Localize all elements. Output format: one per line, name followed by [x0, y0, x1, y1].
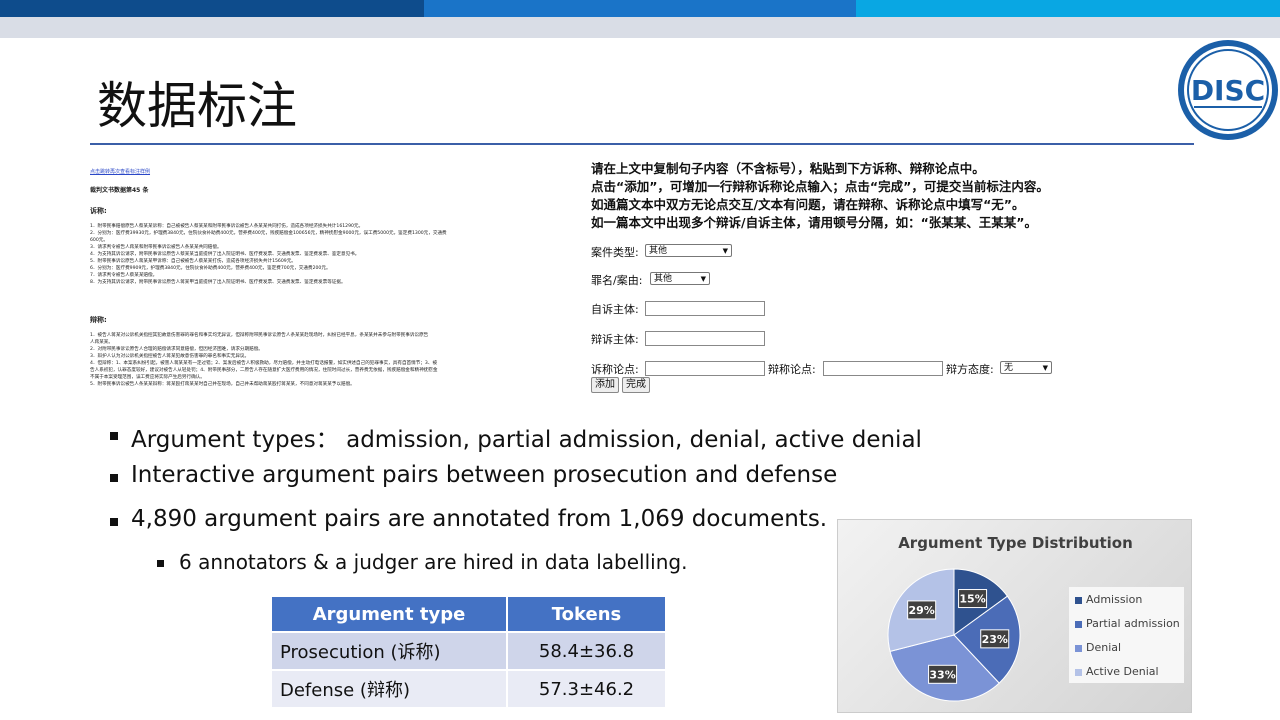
sub-bullet-marker	[157, 560, 164, 567]
claim-label: 诉称论点:	[591, 363, 639, 376]
defense-line: 不属于本案受理范围，误工费应将实际产生后另行确认。	[90, 375, 205, 380]
table-header: Argument type	[270, 595, 508, 633]
pie-data-label: 33%	[928, 664, 958, 684]
svg-text:29%: 29%	[908, 604, 934, 617]
chevron-down-icon: ▼	[722, 247, 728, 255]
prosecution-text: 1．附带民事赔偿原告人蔡某某诉称：自己被被告人蔡某某和附带民事诉讼被告人条某某共…	[90, 223, 530, 286]
defense-text: 1．被告人蒋某对公诉机关指控其犯故意伤害罪的罪名和事实均无异议，但辩称附带民事诉…	[90, 332, 530, 388]
attitude-value: 无	[1004, 363, 1014, 373]
attitude-label: 辩方态度:	[946, 363, 994, 376]
prosecution-line: 1．附带民事赔偿原告人蔡某某诉称：自己被被告人蔡某某和附带民事诉讼被告人条某某共…	[90, 224, 364, 229]
view-example-link[interactable]: 点击跳转再次查看标注样例	[90, 168, 150, 175]
pie-data-label: 29%	[907, 600, 937, 620]
plaintiff-label: 自诉主体:	[591, 303, 639, 316]
prosecution-line: 8．为支持其诉讼请求，附带民事诉讼原告人蒋某甲当庭提供了出入院证明书、医疗费发票…	[90, 280, 346, 285]
add-button[interactable]: 添加	[591, 377, 619, 393]
legend-item: Admission	[1075, 593, 1142, 606]
legend-swatch	[1075, 644, 1082, 652]
defense-line: 5．附带民事诉讼被告人条某某辩称：蒋某殴打蒋某某时自己并在现场，自己并未帮助蒋某…	[90, 382, 355, 387]
token-table: Argument type Tokens Prosecution (诉称) 58…	[270, 595, 667, 709]
instruction-line: 如通篇文本中双方无论点交互/文本有问题，请在辩称、诉称论点中填写“无”。	[591, 197, 1025, 212]
prosecution-line: 3．请求判令被告人蒋某和附带民事诉讼被告人条某某共同赔偿。	[90, 245, 222, 250]
legend-item: Denial	[1075, 641, 1121, 654]
defense-line: 4．但辩称：1、本案系纠纷引起，被害人蒋某某有一定过错；2、案发后被告人积极救助…	[90, 361, 438, 366]
defense-heading: 辩称:	[90, 316, 107, 324]
table-row: Prosecution (诉称) 58.4±36.8	[270, 631, 667, 671]
plaintiff-input[interactable]	[645, 301, 765, 316]
sub-bullet-annotators: 6 annotators & a judger are hired in dat…	[179, 550, 688, 574]
legend-label: Admission	[1086, 593, 1143, 606]
legend-label: Denial	[1086, 641, 1122, 654]
claim-input[interactable]	[645, 361, 765, 376]
attitude-select[interactable]: 无 ▼	[1000, 361, 1052, 374]
prosecution-line: 600元。	[90, 238, 108, 243]
defendant-input[interactable]	[645, 331, 765, 346]
charge-select[interactable]: 其他 ▼	[650, 272, 710, 285]
bullet-marker	[110, 518, 118, 526]
top-band-segment	[424, 0, 856, 17]
prosecution-line: 5．附带民事诉讼原告人蒋某某甲诉称：自己被被告人蔡某某打伤，造成各项经济损失共计…	[90, 259, 296, 264]
pie-chart: Argument Type Distribution 15% 23% 33% 29% …	[837, 519, 1192, 713]
svg-text:33%: 33%	[929, 668, 955, 681]
pie-data-label: 15%	[958, 589, 988, 609]
table-header: Tokens	[506, 595, 667, 633]
defense-line: 2．对附带民事诉讼原告人合理的赔偿请求同意赔偿，但因经济困难，请求分期赔偿。	[90, 347, 263, 352]
table-row: Defense (辩称) 57.3±46.2	[270, 669, 667, 709]
svg-text:15%: 15%	[959, 593, 985, 606]
legend-swatch	[1075, 668, 1082, 676]
charge-value: 其他	[654, 274, 673, 284]
top-band-segment	[856, 0, 1280, 17]
top-band-segment	[0, 0, 424, 17]
prosecution-line: 7．请求判令被告人蔡某某赔偿。	[90, 273, 158, 278]
bullet-marker	[110, 432, 118, 440]
prosecution-line: 6．分别为：医疗费9909元，护理费3840元，住院伙食补助费400元，营养费4…	[90, 266, 331, 271]
legend-label: Partial admission	[1086, 617, 1180, 630]
prosecution-heading: 诉称:	[90, 207, 107, 215]
pie-data-label: 23%	[980, 629, 1010, 649]
defense-argument-input[interactable]	[823, 361, 943, 376]
table-cell: 57.3±46.2	[506, 669, 667, 709]
table-cell: Prosecution (诉称)	[270, 631, 508, 671]
chevron-down-icon: ▼	[1042, 364, 1048, 372]
instruction-line: 如一篇本文中出现多个辩诉/自诉主体，请用顿号分隔，如：“张某某、王某某”。	[591, 215, 1037, 230]
top-band	[0, 0, 1280, 38]
table-cell: Defense (辩称)	[270, 669, 508, 709]
case-type-select[interactable]: 其他 ▼	[645, 244, 732, 257]
finish-button[interactable]: 完成	[622, 377, 650, 393]
annotation-document-panel: 点击跳转再次查看标注样例 裁判文书数据第45 条 诉称: 1．附带民事赔偿原告人…	[88, 160, 588, 410]
defense-argument-label: 辩称论点:	[768, 363, 816, 376]
chevron-down-icon: ▼	[700, 275, 706, 283]
prosecution-line: 2．分别为：医疗费39930元，护理费3840元，住院伙食补助费400元，营养费…	[90, 231, 447, 236]
bullet-argument-types: Argument types： admission, partial admis…	[131, 427, 922, 453]
annotation-instructions: 请在上文中复制句子内容（不含标号），粘贴到下方诉称、辩称论点中。 点击“添加”，…	[591, 160, 1049, 232]
chart-legend: Admission Partial admission Denial Activ…	[1069, 587, 1184, 683]
prosecution-line: 4．为支持其诉讼请求，附带民事诉讼原告人蔡某某当庭提供了出入院证明书、医疗费发票…	[90, 252, 360, 257]
instruction-line: 点击“添加”，可增加一行辩称诉称论点输入；点击“完成”，可提交当前标注内容。	[591, 179, 1049, 194]
legend-swatch	[1075, 596, 1082, 604]
svg-text:23%: 23%	[982, 633, 1008, 646]
defense-line: 人蒋某某。	[90, 340, 113, 345]
defense-line: 3．辩护人认为对公诉机关指控被告人蒋某犯故意伤害罪的罪名和事实无异议。	[90, 354, 250, 359]
charge-label: 罪名/案由:	[591, 274, 643, 287]
case-type-label: 案件类型:	[591, 246, 639, 259]
legend-swatch	[1075, 620, 1082, 628]
legend-item: Active Denial	[1075, 665, 1159, 678]
disc-logo: DISC	[1178, 40, 1278, 140]
defense-line: 告人系初犯，认罪态度较好，建议对被告人从轻处罚；4、附带民事部分，二原告人存在随…	[90, 368, 438, 373]
defendant-label: 辩诉主体:	[591, 333, 639, 346]
slide-title: 数据标注	[97, 77, 297, 135]
instruction-line: 请在上文中复制句子内容（不含标号），粘贴到下方诉称、辩称论点中。	[591, 161, 985, 176]
legend-label: Active Denial	[1086, 665, 1159, 678]
table-cell: 58.4±36.8	[506, 631, 667, 671]
bullet-pair-count: 4,890 argument pairs are annotated from …	[131, 506, 828, 532]
legend-item: Partial admission	[1075, 617, 1180, 630]
bullet-marker	[110, 474, 118, 482]
bullet-interactive-pairs: Interactive argument pairs between prose…	[131, 462, 838, 488]
logo-text: DISC	[1191, 74, 1265, 107]
case-type-value: 其他	[649, 246, 668, 256]
document-number: 裁判文书数据第45 条	[90, 187, 149, 194]
defense-line: 1．被告人蒋某对公诉机关指控其犯故意伤害罪的罪名和事实均无异议，但辩称附带民事诉…	[90, 333, 429, 338]
title-divider	[90, 143, 1194, 145]
